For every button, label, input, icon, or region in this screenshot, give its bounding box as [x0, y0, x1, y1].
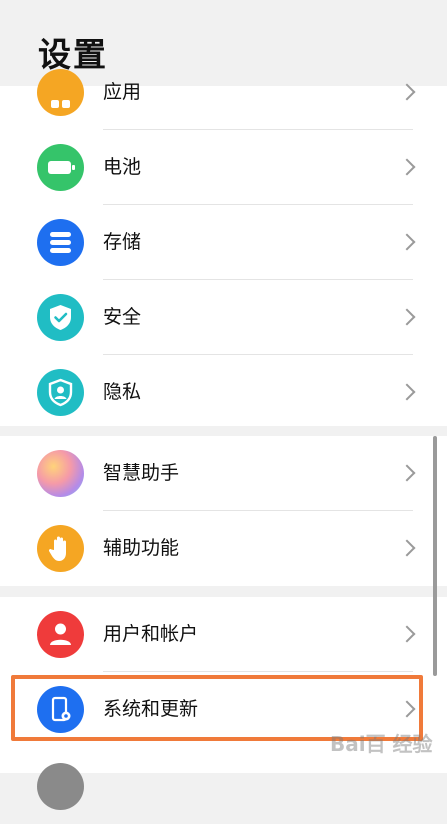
storage-icon [37, 219, 84, 266]
chevron-right-icon [398, 539, 416, 557]
settings-item-security[interactable]: 安全 [0, 280, 447, 355]
settings-item-label: 存储 [103, 231, 142, 253]
settings-icon [37, 763, 84, 810]
settings-item-apps[interactable]: 应用 [0, 55, 447, 130]
settings-item-label: 用户和帐户 [103, 623, 199, 645]
scrollbar[interactable] [433, 436, 437, 676]
settings-group-1: 应用 电池 存储 安全 隐私 [0, 69, 447, 426]
settings-group-2: 智慧助手 辅助功能 [0, 436, 447, 586]
settings-item-label: 应用 [103, 81, 142, 103]
watermark: Bai百 经验 [330, 732, 433, 756]
user-icon [37, 611, 84, 658]
settings-item-accessibility[interactable]: 辅助功能 [0, 511, 447, 586]
smart-assistant-icon [37, 450, 84, 497]
chevron-right-icon [398, 383, 416, 401]
settings-item-users-accounts[interactable]: 用户和帐户 [0, 597, 447, 672]
chevron-right-icon [398, 308, 416, 326]
settings-item-storage[interactable]: 存储 [0, 205, 447, 280]
settings-item-battery[interactable]: 电池 [0, 130, 447, 205]
accessibility-hand-icon [37, 525, 84, 572]
apps-icon [37, 69, 84, 116]
settings-item-label: 电池 [103, 156, 142, 178]
settings-item-label: 智慧助手 [103, 462, 180, 484]
security-shield-icon [37, 294, 84, 341]
settings-item-smart-assistant[interactable]: 智慧助手 [0, 436, 447, 511]
settings-item-label: 安全 [103, 306, 142, 328]
chevron-right-icon [398, 83, 416, 101]
chevron-right-icon [398, 233, 416, 251]
settings-item-partial[interactable] [0, 749, 447, 824]
settings-item-privacy[interactable]: 隐私 [0, 355, 447, 430]
chevron-right-icon [398, 464, 416, 482]
chevron-right-icon [398, 158, 416, 176]
settings-item-label: 辅助功能 [103, 537, 180, 559]
chevron-right-icon [398, 625, 416, 643]
privacy-icon [37, 369, 84, 416]
battery-icon [37, 144, 84, 191]
settings-item-label: 隐私 [103, 381, 142, 403]
